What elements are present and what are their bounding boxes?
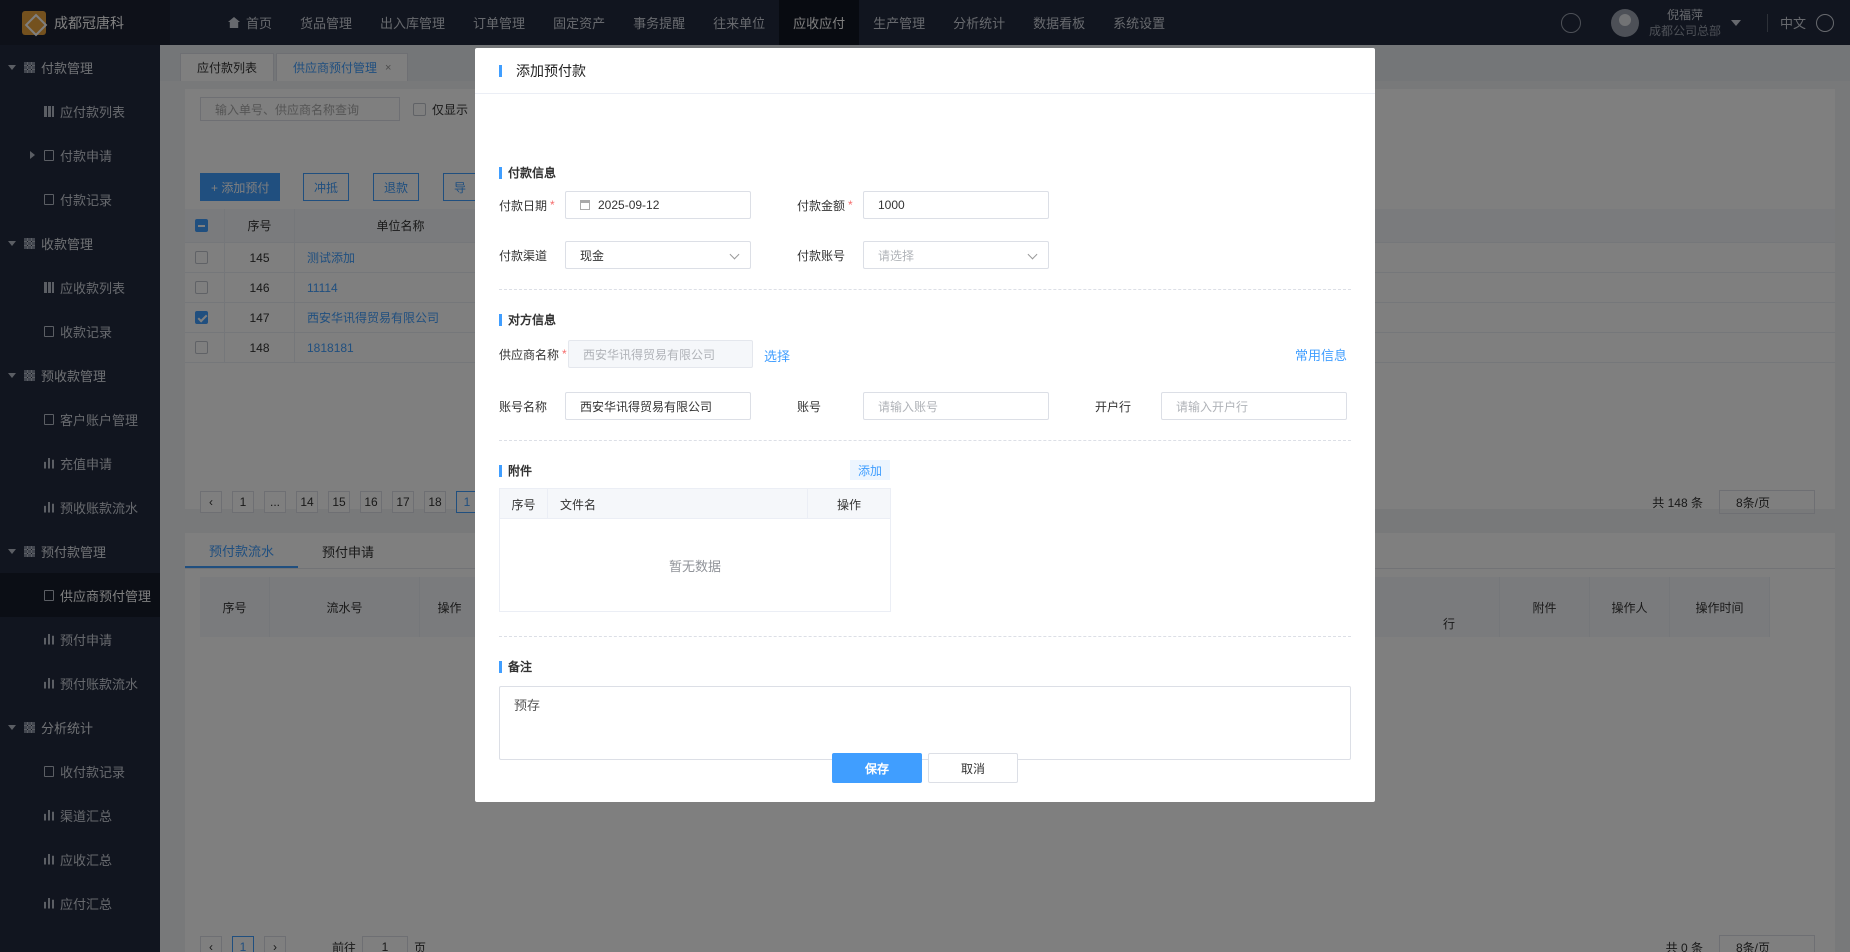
pay-amount-input[interactable]: 1000 (863, 191, 1049, 219)
divider (499, 636, 1351, 637)
account-no-label: 账号 (797, 399, 822, 414)
section-remark: 备注 (499, 658, 532, 675)
col-filename: 文件名 (548, 489, 808, 519)
col-actions: 操作 (836, 497, 861, 512)
col-index: 序号 (500, 489, 548, 519)
pay-account-select[interactable]: 请选择 (863, 241, 1049, 269)
calendar-icon (580, 200, 590, 210)
account-name-input[interactable]: 西安华讯得贸易有限公司 (565, 392, 751, 420)
add-advance-dialog: 添加预付款 付款信息 付款日期 * 2025-09-12 付款金额 * 1000 付… (475, 48, 1375, 802)
pay-channel-select[interactable]: 现金 (565, 241, 751, 269)
section-counterparty: 对方信息 (499, 311, 556, 328)
dialog-title: 添加预付款 (516, 62, 586, 79)
pay-date-label: 付款日期 * (499, 198, 555, 213)
attachment-table: 序号 文件名 操作 暂无数据 (499, 488, 891, 612)
divider (499, 440, 1351, 441)
title-marker (499, 64, 502, 77)
pay-amount-label: 付款金额 * (797, 198, 853, 213)
supplier-input[interactable]: 西安华讯得贸易有限公司 (568, 340, 753, 368)
section-payment-info: 付款信息 (499, 164, 556, 181)
attachment-table-header: 序号 文件名 操作 (500, 489, 890, 519)
common-info-link[interactable]: 常用信息 (1295, 345, 1347, 364)
dialog-header: 添加预付款 (475, 48, 1375, 94)
section-attachment: 附件 (499, 462, 532, 479)
add-attachment-button[interactable]: 添加 (850, 460, 891, 480)
remark-textarea[interactable]: 预存 (499, 686, 1351, 760)
bank-label: 开户行 (1095, 399, 1132, 414)
account-name-label: 账号名称 (499, 399, 548, 414)
bank-input[interactable]: 请输入开户行 (1161, 392, 1347, 420)
pay-date-input[interactable]: 2025-09-12 (565, 191, 751, 219)
account-no-input[interactable]: 请输入账号 (863, 392, 1049, 420)
pay-channel-label: 付款渠道 (499, 248, 548, 263)
save-button[interactable]: 保存 (832, 753, 922, 783)
pay-account-label: 付款账号 (797, 248, 846, 263)
empty-state: 暂无数据 (668, 558, 721, 574)
chevron-down-icon (1027, 249, 1038, 260)
chevron-down-icon (729, 249, 740, 260)
cancel-button[interactable]: 取消 (928, 753, 1018, 783)
divider (499, 289, 1351, 290)
select-supplier-link[interactable]: 选择 (764, 346, 790, 365)
supplier-label: 供应商名称 * (499, 347, 567, 362)
